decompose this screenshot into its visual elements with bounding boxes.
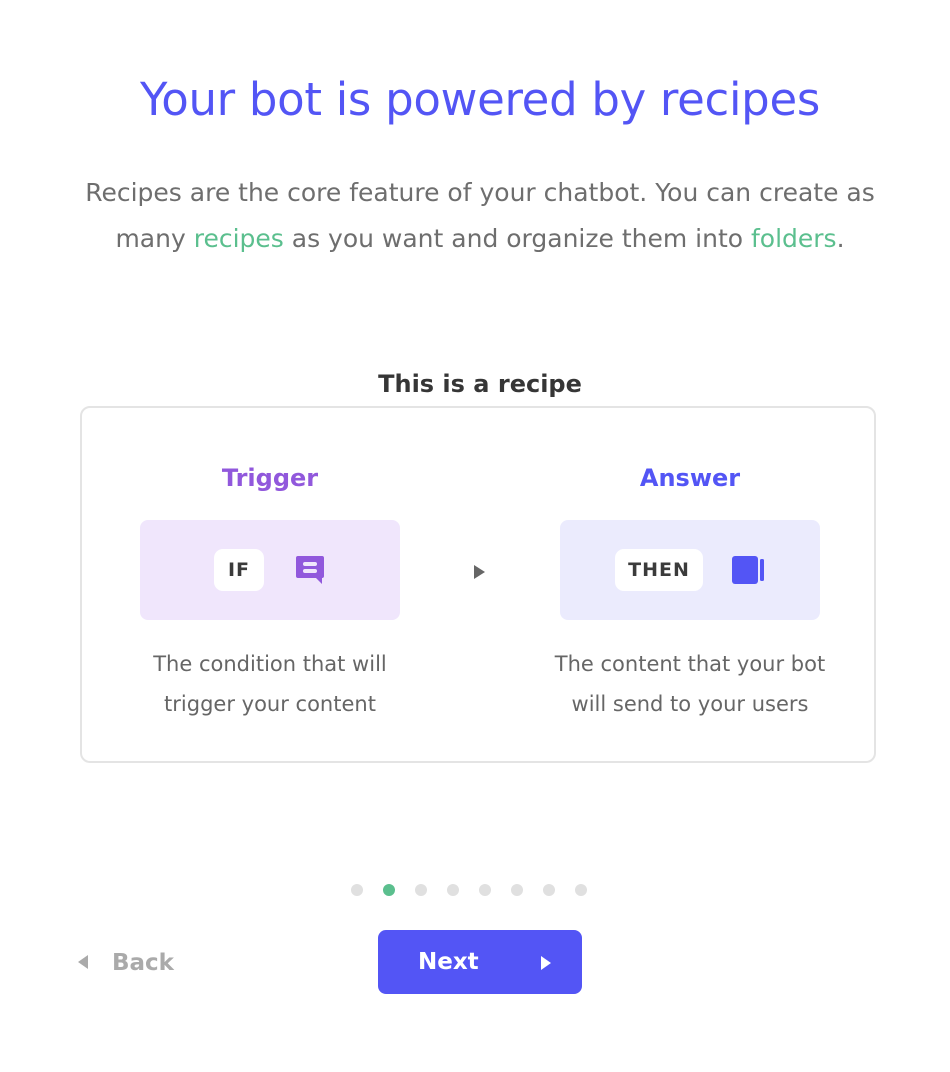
intro-text: Recipes are the core feature of your cha… — [60, 170, 900, 262]
pagination-dot-4[interactable] — [447, 884, 459, 896]
chat-bubble-icon — [292, 553, 326, 587]
pagination-dot-7[interactable] — [543, 884, 555, 896]
pagination-dot-8[interactable] — [575, 884, 587, 896]
intro-text-part2: as you want and organize them into — [283, 224, 751, 253]
recipe-heading: This is a recipe — [378, 370, 582, 398]
answer-box: THEN — [560, 520, 820, 620]
folders-link[interactable]: folders — [751, 224, 837, 253]
chevron-right-icon — [538, 952, 554, 970]
back-label: Back — [112, 950, 174, 976]
if-pill: IF — [214, 549, 264, 591]
chevron-left-icon — [76, 950, 90, 976]
trigger-description: The condition that will trigger your con… — [153, 652, 387, 716]
trigger-title: Trigger — [221, 464, 319, 492]
answer-title: Answer — [639, 464, 741, 492]
back-button[interactable]: Back — [76, 940, 174, 986]
trigger-box: IF — [140, 520, 400, 620]
pagination-dot-2[interactable] — [383, 884, 395, 896]
page-title: Your bot is powered by recipes — [140, 73, 820, 126]
pagination-dot-6[interactable] — [511, 884, 523, 896]
intro-text-part3: . — [836, 224, 845, 253]
pagination-dot-5[interactable] — [479, 884, 491, 896]
onboarding-page: Your bot is powered by recipes Recipes a… — [0, 0, 950, 1072]
recipes-link[interactable]: recipes — [194, 224, 284, 253]
play-arrow-icon — [472, 564, 488, 580]
recipe-card: Trigger IF The condition that will trigg… — [80, 406, 876, 763]
pagination-dot-1[interactable] — [351, 884, 363, 896]
pagination-dots — [351, 884, 587, 896]
next-button[interactable]: Next — [378, 930, 582, 994]
next-label: Next — [418, 949, 479, 975]
card-stack-icon — [731, 553, 765, 587]
answer-description: The content that your bot will send to y… — [554, 652, 826, 716]
pagination-dot-3[interactable] — [415, 884, 427, 896]
then-pill: THEN — [615, 549, 703, 591]
